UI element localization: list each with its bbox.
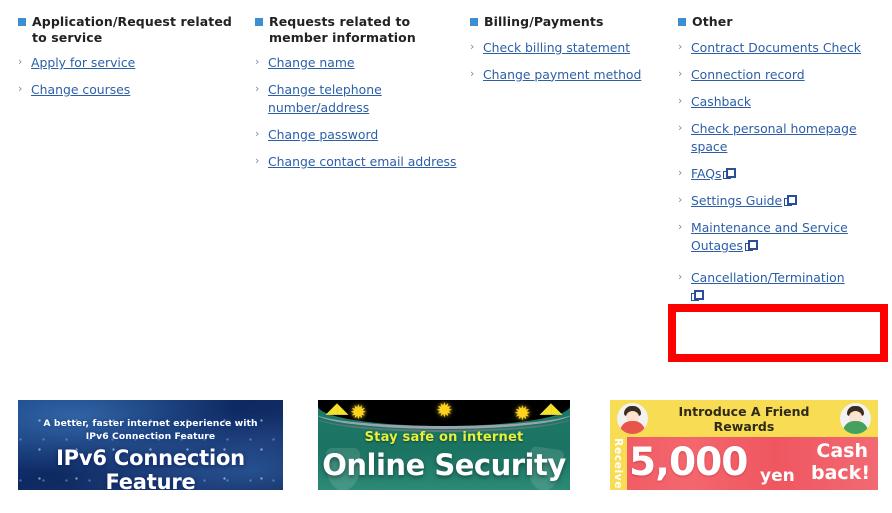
link-change-password[interactable]: Change password <box>268 127 378 142</box>
link-change-telephone-number-address[interactable]: Change telephone number/address <box>268 82 382 115</box>
chevron-right-icon: › <box>255 154 260 167</box>
banner-subtitle-line1: A better, faster internet experience wit… <box>43 418 258 429</box>
bullet-square-icon <box>255 18 263 26</box>
link-column-other: Other › Contract Documents Check › Conne… <box>678 14 883 312</box>
chevron-right-icon: › <box>470 66 475 80</box>
link-column-application-request: Application/Request related to service ›… <box>18 14 243 107</box>
link-column-member-information: Requests related to member information ›… <box>255 14 460 179</box>
banner-subtitle: A better, faster internet experience wit… <box>18 417 283 443</box>
link-apply-for-service[interactable]: Apply for service <box>31 55 135 70</box>
list-item: › Contract Documents Check <box>678 38 883 56</box>
chevron-right-icon: › <box>470 39 475 53</box>
external-window-icon <box>784 194 798 207</box>
banner-header-text: Introduce A Friend Rewards <box>656 404 832 434</box>
service-links-section: Application/Request related to service ›… <box>0 0 892 390</box>
back-label: back! <box>811 462 870 484</box>
list-item: › Cashback <box>678 92 883 110</box>
promotional-banner-strip: A better, faster internet experience wit… <box>0 400 892 495</box>
link-maintenance-and-service-outages[interactable]: Maintenance and Service Outages <box>691 220 848 253</box>
chevron-right-icon: › <box>678 192 683 206</box>
bullet-square-icon <box>18 18 26 26</box>
external-window-icon <box>723 167 737 180</box>
link-check-personal-homepage-space[interactable]: Check personal homepage space <box>691 121 857 154</box>
chevron-right-icon: › <box>678 93 683 107</box>
spark-burst-icon: ✹ <box>350 400 367 424</box>
chevron-right-icon: › <box>678 269 683 283</box>
chevron-right-icon: › <box>678 165 683 179</box>
link-change-courses[interactable]: Change courses <box>31 82 130 97</box>
link-settings-guide[interactable]: Settings Guide <box>691 193 782 208</box>
banner-header-line1: Introduce A Friend <box>678 404 810 419</box>
list-item: › Cancellation/Termination <box>678 268 883 303</box>
column-heading: Billing/Payments <box>470 14 665 30</box>
banner-title: Online Security <box>322 448 566 482</box>
list-item: › Change telephone number/address <box>255 80 460 116</box>
column-heading: Application/Request related to service <box>18 14 243 45</box>
chevron-right-icon: › <box>255 55 260 68</box>
list-item: › Apply for service <box>18 53 243 71</box>
link-list: › Contract Documents Check › Connection … <box>678 38 883 303</box>
chevron-right-icon: › <box>678 219 683 233</box>
column-heading: Requests related to member information <box>255 14 460 45</box>
column-heading-label: Application/Request related to service <box>32 14 232 45</box>
angry-eyes-icon: ◢◣ <box>325 400 349 417</box>
banner-online-security[interactable]: ◢◣ ◢◣ ✹ ✹ ✹ Stay safe on internet Online… <box>318 400 570 490</box>
chevron-right-icon: › <box>255 82 260 95</box>
link-faqs[interactable]: FAQs <box>691 166 721 181</box>
external-window-icon <box>691 289 704 302</box>
link-change-name[interactable]: Change name <box>268 55 355 70</box>
list-item: › Connection record <box>678 65 883 83</box>
chevron-right-icon: › <box>678 39 683 53</box>
chevron-right-icon: › <box>678 120 683 134</box>
list-item: › Check personal homepage space <box>678 119 883 155</box>
link-check-billing-statement[interactable]: Check billing statement <box>483 40 630 55</box>
link-change-contact-email-address[interactable]: Change contact email address <box>268 154 456 169</box>
list-item: › Check billing statement <box>470 38 665 56</box>
spark-burst-icon: ✹ <box>436 400 453 422</box>
link-list: › Check billing statement › Change payme… <box>470 38 665 83</box>
reward-amount: 5,000 <box>629 440 748 485</box>
list-item: › Change name <box>255 53 460 71</box>
bullet-square-icon <box>678 18 686 26</box>
link-connection-record[interactable]: Connection record <box>691 67 805 82</box>
receive-label: Receive <box>612 437 625 490</box>
chevron-right-icon: › <box>18 82 23 95</box>
external-window-icon <box>745 239 759 252</box>
link-cashback[interactable]: Cashback <box>691 94 751 109</box>
bullet-square-icon <box>470 18 478 26</box>
list-item: › Change courses <box>18 80 243 98</box>
banner-subtitle: Stay safe on internet <box>364 430 524 445</box>
spark-burst-icon: ✹ <box>514 401 531 425</box>
link-list: › Change name › Change telephone number/… <box>255 53 460 170</box>
link-column-billing-payments: Billing/Payments › Check billing stateme… <box>470 14 665 92</box>
avatar <box>840 403 871 434</box>
list-item: › Maintenance and Service Outages <box>678 218 883 254</box>
banner-header-line2: Rewards <box>713 419 775 434</box>
banner-ipv6-connection-feature[interactable]: A better, faster internet experience wit… <box>18 400 283 490</box>
link-contract-documents-check[interactable]: Contract Documents Check <box>691 40 861 55</box>
column-heading-label: Other <box>692 14 733 29</box>
chevron-right-icon: › <box>255 127 260 140</box>
banner-title: IPv6 Connection Feature <box>56 446 245 490</box>
banner-subtitle-line2: IPv6 Connection Feature <box>85 431 216 442</box>
list-item: › Change contact email address <box>255 152 460 170</box>
list-item: › Change payment method <box>470 65 665 83</box>
avatar <box>617 403 648 434</box>
cash-label: Cash <box>816 440 868 462</box>
banner-introduce-a-friend-rewards[interactable]: Introduce A Friend Rewards Receive 5,000… <box>610 400 878 490</box>
angry-eyes-icon: ◢◣ <box>539 400 563 417</box>
list-item: › Settings Guide <box>678 191 883 209</box>
link-cancellation-termination[interactable]: Cancellation/Termination <box>691 270 845 285</box>
link-change-payment-method[interactable]: Change payment method <box>483 67 641 82</box>
currency-label: yen <box>760 466 795 486</box>
column-heading-label: Requests related to member information <box>269 14 416 45</box>
list-item: › Change password <box>255 125 460 143</box>
chevron-right-icon: › <box>18 55 23 68</box>
column-heading: Other <box>678 14 883 30</box>
chevron-right-icon: › <box>678 66 683 80</box>
list-item: › FAQs <box>678 164 883 182</box>
column-heading-label: Billing/Payments <box>484 14 604 29</box>
link-list: › Apply for service › Change courses <box>18 53 243 98</box>
